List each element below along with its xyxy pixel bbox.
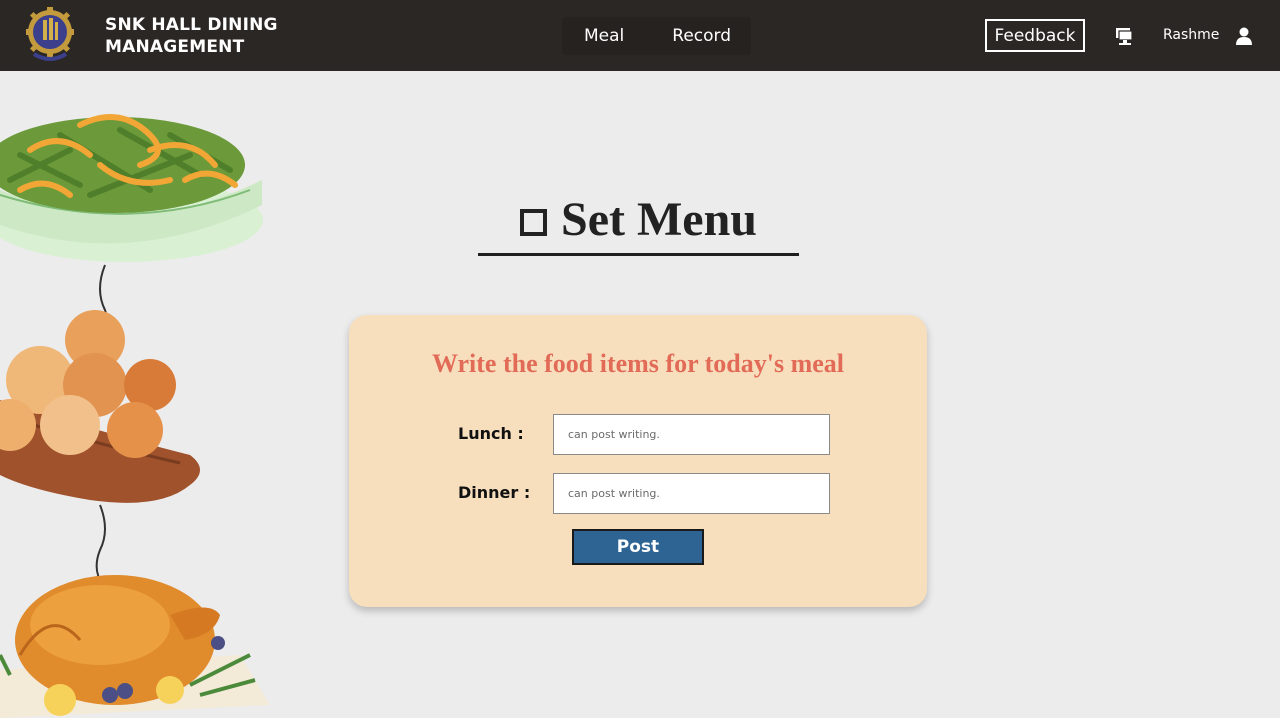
form-instruction: Write the food items for today's meal (431, 349, 845, 378)
page-title: Set Menu (478, 186, 799, 256)
brand-line-2: MANAGEMENT (105, 37, 245, 57)
page-title-text: Set Menu (561, 193, 757, 246)
set-menu-card: Write the food items for today's meal Lu… (349, 315, 927, 607)
lunch-input[interactable] (553, 414, 830, 455)
feedback-button[interactable]: Feedback (985, 19, 1085, 52)
monitor-icon[interactable] (1114, 26, 1134, 46)
brand-line-1: SNK HALL DINING (105, 15, 278, 35)
user-icon[interactable] (1235, 26, 1253, 46)
nav-link-record[interactable]: Record (672, 26, 731, 46)
navbar: SNK HALL DINING MANAGEMENT Meal Record F… (0, 0, 1280, 71)
bread-basket-image (0, 310, 200, 503)
main-nav: Meal Record (562, 17, 752, 55)
checkbox-square-icon (520, 209, 547, 236)
nav-link-meal[interactable]: Meal (584, 26, 624, 46)
food-illustration (0, 114, 270, 718)
post-button[interactable]: Post (572, 529, 704, 565)
dinner-label: Dinner : (458, 483, 531, 502)
lunch-label: Lunch : (458, 424, 524, 443)
brand-name: SNK HALL DINING MANAGEMENT (105, 14, 305, 58)
dinner-input[interactable] (553, 473, 830, 514)
username: Rashme (1163, 27, 1220, 43)
roast-chicken-image (0, 575, 270, 718)
green-bean-bowl-image (0, 114, 263, 262)
university-logo-icon[interactable] (26, 6, 74, 64)
